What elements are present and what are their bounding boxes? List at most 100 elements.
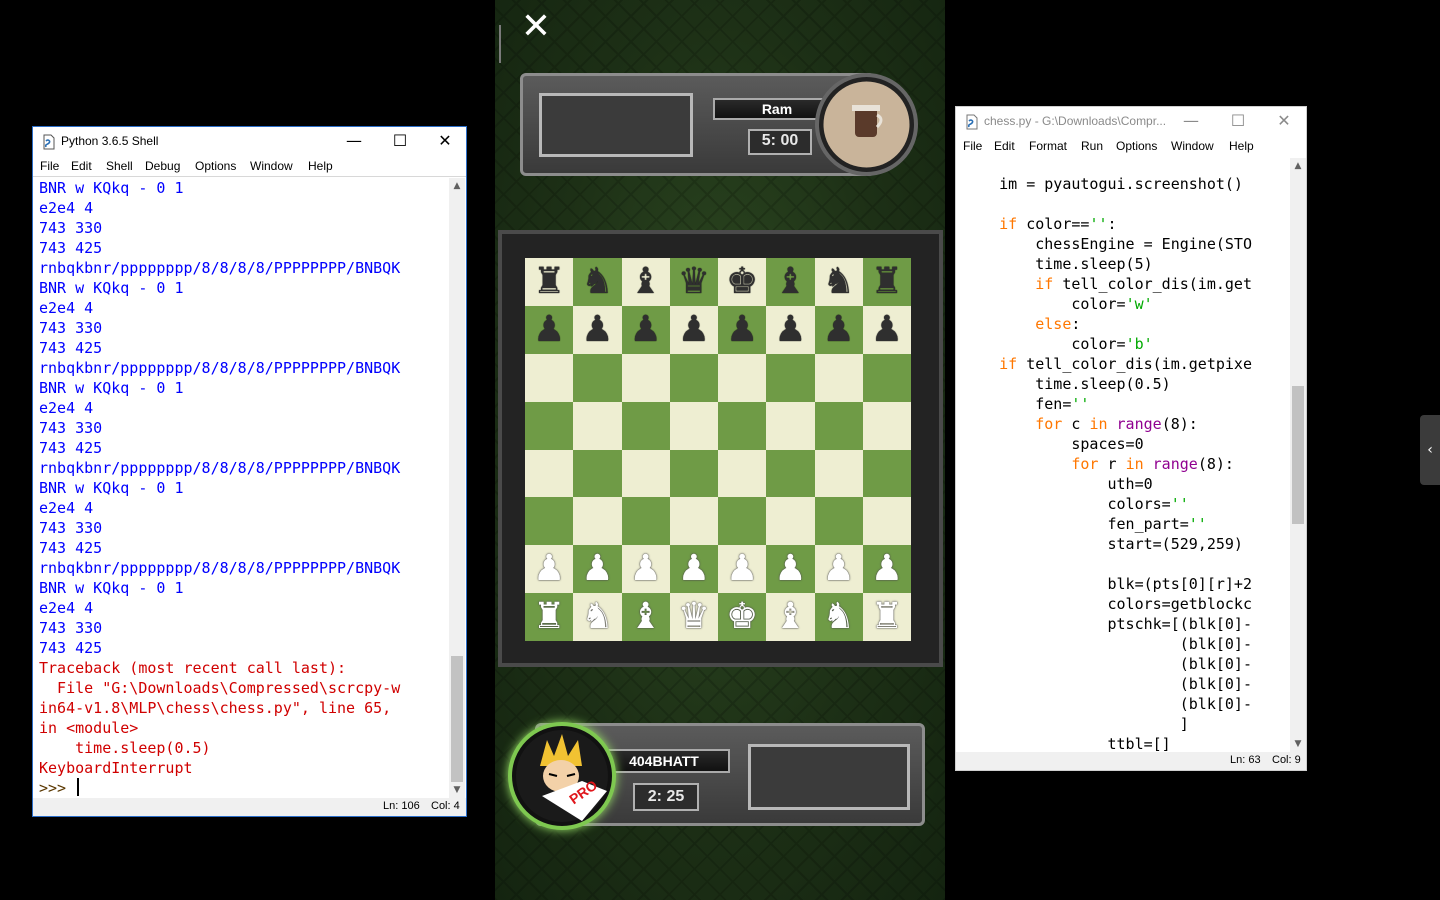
board-square[interactable] [525, 353, 574, 402]
board-square[interactable]: ♟ [525, 545, 574, 594]
board-square[interactable]: ♜ [525, 258, 574, 306]
scroll-thumb[interactable] [1292, 386, 1304, 524]
board-square[interactable]: ♝ [766, 593, 815, 641]
side-panel-tab[interactable]: ‹ [1420, 415, 1440, 485]
board-square[interactable]: ♚ [718, 258, 767, 306]
close-icon[interactable]: ✕ [1261, 107, 1307, 137]
board-square[interactable]: ♜ [525, 593, 574, 641]
board-square[interactable]: ♟ [718, 545, 767, 594]
shell-scrollbar[interactable]: ▲ ▼ [449, 178, 465, 798]
menu-shell[interactable]: Shell [106, 159, 133, 173]
white-queen-icon[interactable]: ♛ [678, 599, 710, 635]
board-square[interactable] [814, 449, 863, 498]
board-square[interactable] [862, 353, 911, 402]
board-square[interactable] [669, 401, 718, 450]
black-bishop-icon[interactable]: ♝ [774, 263, 806, 300]
menu-edit[interactable]: Edit [994, 139, 1015, 153]
opponent-avatar[interactable] [815, 73, 918, 176]
black-rook-icon[interactable]: ♜ [533, 263, 565, 300]
board-square[interactable]: ♟ [814, 305, 863, 354]
black-pawn-icon[interactable]: ♟ [678, 311, 710, 348]
black-pawn-icon[interactable]: ♟ [533, 311, 565, 348]
black-pawn-icon[interactable]: ♟ [726, 311, 758, 348]
white-rook-icon[interactable]: ♜ [871, 599, 903, 635]
board-square[interactable]: ♝ [621, 593, 670, 641]
menu-help[interactable]: Help [308, 159, 333, 173]
scroll-down-icon[interactable]: ▼ [449, 782, 465, 798]
white-bishop-icon[interactable]: ♝ [774, 599, 806, 635]
board-square[interactable] [573, 497, 622, 546]
white-bishop-icon[interactable]: ♝ [629, 599, 661, 635]
white-king-icon[interactable]: ♚ [726, 599, 758, 635]
board-square[interactable] [621, 401, 670, 450]
board-square[interactable] [525, 401, 574, 450]
board-square[interactable]: ♟ [573, 545, 622, 594]
board-square[interactable] [718, 449, 767, 498]
python-shell-window[interactable]: Python 3.6.5 Shell — ☐ ✕ File Edit Shell… [32, 126, 467, 817]
editor-scrollbar[interactable]: ▲ ▼ [1290, 158, 1306, 752]
board-square[interactable]: ♝ [766, 258, 815, 306]
white-pawn-icon[interactable]: ♟ [871, 551, 903, 587]
white-pawn-icon[interactable]: ♟ [678, 551, 710, 587]
black-bishop-icon[interactable]: ♝ [629, 263, 661, 300]
board-square[interactable]: ♟ [862, 305, 911, 354]
close-icon[interactable]: ✕ [519, 9, 553, 45]
board-square[interactable]: ♟ [525, 305, 574, 354]
board-square[interactable] [862, 497, 911, 546]
maximize-icon[interactable]: ☐ [1215, 107, 1261, 137]
black-pawn-icon[interactable]: ♟ [581, 311, 613, 348]
board-square[interactable]: ♞ [573, 258, 622, 306]
board-square[interactable]: ♟ [669, 305, 718, 354]
shell-title-bar[interactable]: Python 3.6.5 Shell — ☐ ✕ [33, 127, 466, 157]
board-square[interactable] [766, 353, 815, 402]
board-square[interactable] [766, 497, 815, 546]
board-square[interactable] [766, 401, 815, 450]
board-square[interactable]: ♜ [862, 593, 911, 641]
board-square[interactable]: ♟ [766, 305, 815, 354]
board-square[interactable]: ♟ [621, 545, 670, 594]
board-square[interactable]: ♟ [573, 305, 622, 354]
white-pawn-icon[interactable]: ♟ [726, 551, 758, 587]
board-square[interactable] [573, 449, 622, 498]
chess-board[interactable]: ♜ ♞ ♝ ♛ ♚ ♝ ♞ ♜ ♟ ♟ ♟ ♟ ♟ ♟ ♟ ♟ ♟ ♟ ♟ ♟ ♟ ♟ ♟ ♟ ♜ ♞ ♝ ♛ ♚ ♝ ♞ ♜ [525, 258, 911, 641]
black-pawn-icon[interactable]: ♟ [871, 311, 903, 348]
menu-file[interactable]: File [963, 139, 982, 153]
menu-format[interactable]: Format [1029, 139, 1067, 153]
black-pawn-icon[interactable]: ♟ [629, 311, 661, 348]
board-square[interactable] [621, 497, 670, 546]
board-square[interactable]: ♞ [814, 258, 863, 306]
menu-options[interactable]: Options [1116, 139, 1157, 153]
editor-window[interactable]: chess.py - G:\Downloads\Compr... — ☐ ✕ F… [955, 106, 1307, 771]
board-square[interactable] [621, 449, 670, 498]
black-queen-icon[interactable]: ♛ [678, 263, 710, 300]
menu-window[interactable]: Window [250, 159, 293, 173]
scroll-thumb[interactable] [451, 656, 463, 782]
minimize-icon[interactable]: — [1168, 107, 1214, 137]
board-square[interactable]: ♝ [621, 258, 670, 306]
maximize-icon[interactable]: ☐ [377, 127, 423, 157]
shell-prompt-line[interactable]: >>> [39, 778, 447, 798]
menu-options[interactable]: Options [195, 159, 236, 173]
board-square[interactable] [525, 449, 574, 498]
board-square[interactable] [862, 449, 911, 498]
board-square[interactable] [814, 497, 863, 546]
board-square[interactable]: ♟ [621, 305, 670, 354]
white-pawn-icon[interactable]: ♟ [629, 551, 661, 587]
scroll-up-icon[interactable]: ▲ [449, 178, 465, 194]
scroll-up-icon[interactable]: ▲ [1290, 158, 1306, 174]
board-square[interactable]: ♛ [669, 258, 718, 306]
black-pawn-icon[interactable]: ♟ [822, 311, 854, 348]
board-square[interactable] [621, 353, 670, 402]
white-knight-icon[interactable]: ♞ [581, 599, 613, 635]
board-square[interactable] [525, 497, 574, 546]
board-square[interactable]: ♟ [862, 545, 911, 594]
board-square[interactable]: ♜ [862, 258, 911, 306]
board-square[interactable] [669, 449, 718, 498]
white-knight-icon[interactable]: ♞ [822, 599, 854, 635]
shell-output[interactable]: BNR w KQkq - 0 1 e2e4 4 743 330 743 425 rnbq… [39, 178, 447, 798]
black-knight-icon[interactable]: ♞ [822, 263, 854, 300]
board-square[interactable]: ♟ [766, 545, 815, 594]
board-square[interactable] [669, 353, 718, 402]
white-pawn-icon[interactable]: ♟ [533, 551, 565, 587]
board-square[interactable] [718, 401, 767, 450]
